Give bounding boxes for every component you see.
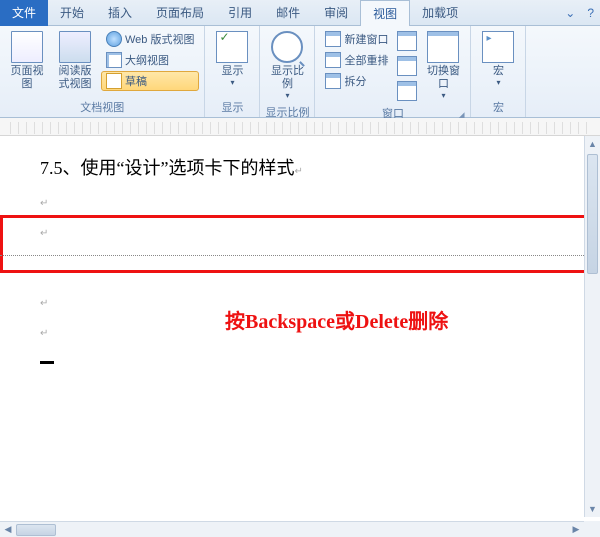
macros-button[interactable]: 宏 ▾ — [475, 28, 521, 90]
split-button[interactable]: 拆分 — [320, 71, 393, 91]
scroll-right-icon[interactable]: ▶ — [568, 524, 584, 535]
tab-home[interactable]: 开始 — [48, 0, 96, 26]
ribbon: 页面视图 阅读版式视图 Web 版式视图 大纲视图 草稿 — [0, 26, 600, 118]
switch-window-icon — [427, 31, 459, 63]
outline-view-label: 大纲视图 — [125, 52, 169, 68]
web-view-icon — [106, 31, 122, 47]
draft-view-label: 草稿 — [125, 73, 147, 89]
read-view-button[interactable]: 阅读版式视图 — [52, 28, 98, 94]
vertical-scrollbar[interactable]: ▲ ▼ — [584, 136, 600, 517]
page-break-line — [0, 255, 600, 256]
tab-view[interactable]: 视图 — [360, 0, 410, 26]
reset-window-icon[interactable] — [397, 81, 417, 101]
page-view-button[interactable]: 页面视图 — [4, 28, 50, 94]
split-icon — [325, 73, 341, 89]
group-macros-label: 宏 — [475, 98, 521, 117]
outline-view-button[interactable]: 大纲视图 — [101, 50, 199, 70]
tab-references[interactable]: 引用 — [216, 0, 264, 26]
group-document-views: 页面视图 阅读版式视图 Web 版式视图 大纲视图 草稿 — [0, 26, 205, 117]
group-document-views-label: 文档视图 — [4, 98, 200, 117]
zoom-icon — [271, 31, 303, 63]
scroll-down-icon[interactable]: ▼ — [585, 501, 600, 517]
zoom-label: 显示比例 — [266, 65, 308, 91]
tab-insert[interactable]: 插入 — [96, 0, 144, 26]
tab-mail[interactable]: 邮件 — [264, 0, 312, 26]
scroll-left-icon[interactable]: ◀ — [0, 524, 16, 535]
tab-file[interactable]: 文件 — [0, 0, 48, 26]
draft-view-button[interactable]: 草稿 — [101, 71, 199, 91]
scroll-up-icon[interactable]: ▲ — [585, 136, 600, 152]
new-window-button[interactable]: 新建窗口 — [320, 29, 393, 49]
hscroll-thumb[interactable] — [16, 524, 56, 536]
split-label: 拆分 — [344, 73, 366, 89]
scroll-corner — [584, 521, 600, 537]
page-view-icon — [11, 31, 43, 63]
ribbon-tabbar: 文件 开始 插入 页面布局 引用 邮件 审阅 视图 加载项 ⌄ ? — [0, 0, 600, 26]
read-view-label: 阅读版式视图 — [54, 65, 96, 91]
arrange-all-icon — [325, 52, 341, 68]
show-button[interactable]: 显示 ▾ — [209, 28, 255, 90]
chevron-down-icon: ▾ — [230, 78, 234, 87]
annotation-highlight-box — [0, 215, 600, 273]
group-show-label: 显示 — [209, 98, 255, 117]
read-view-icon — [59, 31, 91, 63]
tab-review[interactable]: 审阅 — [312, 0, 360, 26]
outline-view-icon — [106, 52, 122, 68]
draft-view-icon — [106, 73, 122, 89]
group-macros: 宏 ▾ 宏 — [471, 26, 526, 117]
macros-icon — [482, 31, 514, 63]
vscroll-thumb[interactable] — [587, 154, 598, 274]
horizontal-ruler[interactable] — [0, 118, 600, 136]
chevron-down-icon: ▾ — [441, 91, 445, 100]
arrange-all-button[interactable]: 全部重排 — [320, 50, 393, 70]
web-view-label: Web 版式视图 — [125, 31, 194, 47]
web-view-button[interactable]: Web 版式视图 — [101, 29, 199, 49]
paragraph-mark — [40, 194, 560, 210]
group-zoom: 显示比例 ▾ 显示比例 — [260, 26, 315, 117]
chevron-down-icon: ▾ — [496, 78, 500, 87]
compare-icon[interactable] — [397, 31, 417, 51]
tab-addins[interactable]: 加载项 — [410, 0, 470, 26]
switch-window-button[interactable]: 切换窗口 ▾ — [420, 28, 466, 103]
group-window: 新建窗口 全部重排 拆分 切换窗口 ▾ — [315, 26, 471, 117]
zoom-button[interactable]: 显示比例 ▾ — [264, 28, 310, 103]
minimize-ribbon-icon[interactable]: ⌄ — [559, 6, 581, 20]
text-cursor — [40, 361, 54, 364]
page-view-label: 页面视图 — [6, 65, 48, 91]
horizontal-scrollbar[interactable]: ◀ ▶ — [0, 521, 584, 537]
document-heading: 7.5、使用“设计”选项卡下的样式↵ — [40, 154, 560, 180]
arrange-all-label: 全部重排 — [344, 52, 388, 68]
annotation-hint-text: 按Backspace或Delete删除 — [225, 305, 448, 334]
switch-window-label: 切换窗口 — [422, 65, 464, 91]
show-label: 显示 — [221, 65, 243, 78]
show-icon — [216, 31, 248, 63]
new-window-label: 新建窗口 — [344, 31, 388, 47]
sync-scroll-icon[interactable] — [397, 56, 417, 76]
tab-page-layout[interactable]: 页面布局 — [144, 0, 216, 26]
new-window-icon — [325, 31, 341, 47]
macros-label: 宏 — [493, 65, 504, 78]
group-show: 显示 ▾ 显示 — [205, 26, 260, 117]
chevron-down-icon: ▾ — [285, 91, 289, 100]
help-icon[interactable]: ? — [581, 6, 600, 20]
